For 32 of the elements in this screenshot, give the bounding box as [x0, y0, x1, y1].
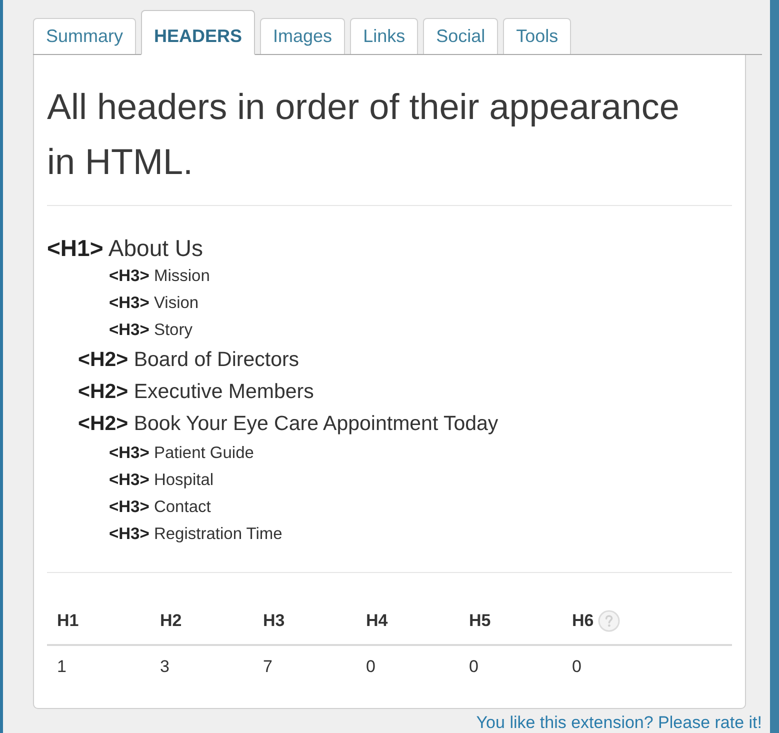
header-item: <H3> Contact: [109, 498, 211, 516]
table-cell: 7: [263, 657, 272, 676]
header-item: <H3> Vision: [109, 294, 199, 312]
tab[interactable]: Links: [350, 18, 418, 54]
table-cell: 0: [366, 657, 376, 676]
rate-extension-link[interactable]: You like this extension? Please rate it!: [476, 713, 762, 733]
column-header: H6: [572, 610, 594, 632]
table-cell: 0: [469, 657, 478, 676]
header-item: <H3> Patient Guide: [109, 444, 254, 462]
header-item: <H3> Mission: [109, 267, 210, 285]
column-header: H3: [263, 610, 285, 632]
header-item: <H3> Hospital: [109, 471, 214, 489]
column-header: H2: [160, 610, 182, 632]
header-item: <H2> Executive Members: [78, 380, 314, 403]
column-header: H1: [57, 610, 79, 632]
tab[interactable]: Tools: [503, 18, 572, 54]
table-cell: 3: [160, 657, 170, 676]
tab[interactable]: Summary: [33, 18, 136, 54]
page-heading: All headers in order of their appearance in HTML.: [47, 85, 680, 184]
tab[interactable]: HEADERS: [141, 10, 256, 55]
tab[interactable]: Images: [260, 18, 346, 54]
header-item: <H3> Story: [109, 321, 192, 339]
table-cell: 0: [572, 657, 582, 676]
column-header: H4: [366, 610, 388, 632]
header-item: <H2> Book Your Eye Care Appointment Today: [78, 412, 498, 435]
table-cell: 1: [57, 657, 66, 676]
help-icon[interactable]: [598, 610, 620, 632]
tab[interactable]: Social: [423, 18, 498, 54]
header-item: <H1> About Us: [47, 235, 203, 261]
header-item: <H2> Board of Directors: [78, 348, 300, 371]
column-header: H5: [469, 610, 491, 632]
header-item: <H3> Registration Time: [109, 525, 282, 543]
